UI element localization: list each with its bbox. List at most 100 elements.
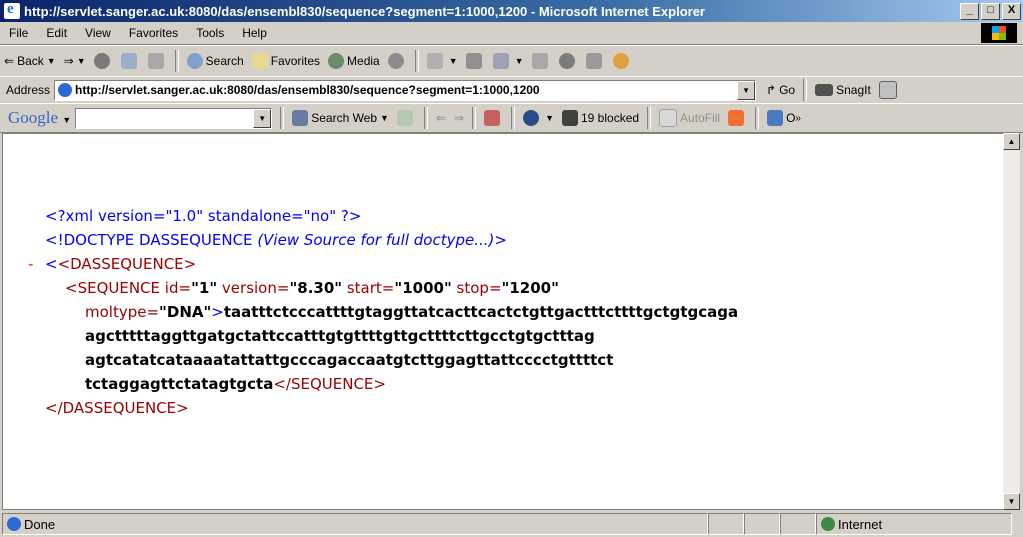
chevron-down-icon: ▼ — [545, 113, 554, 123]
popup-blocker-button[interactable]: 19 blocked — [558, 110, 643, 126]
status-text: Done — [24, 516, 56, 532]
menu-view[interactable]: View — [76, 26, 120, 40]
messenger-button[interactable] — [582, 53, 609, 69]
chevron-down-icon: ▼ — [62, 115, 72, 125]
go-button[interactable]: ↱ Go — [762, 83, 799, 97]
scroll-up-button[interactable]: ▲ — [1003, 133, 1020, 150]
vertical-scrollbar[interactable]: ▲ ▼ — [1003, 133, 1020, 510]
windows-flag-icon — [981, 23, 1017, 43]
xml-pi-text: <?xml version="1.0" standalone="no" ?> — [45, 207, 362, 225]
forward-button[interactable]: ⇒ ▼ — [60, 54, 90, 68]
scroll-down-button[interactable]: ▼ — [1003, 493, 1020, 510]
media-label: Media — [347, 54, 380, 68]
attr-moltype-value: "DNA" — [159, 303, 212, 321]
address-input[interactable]: http://servlet.sanger.ac.uk:8080/das/ens… — [54, 79, 757, 101]
google-search-dropdown[interactable]: ▼ — [253, 108, 272, 128]
back-button[interactable]: ⇐ Back ▼ — [0, 54, 60, 68]
chevron-down-icon: ▼ — [380, 113, 389, 123]
address-dropdown-button[interactable]: ▼ — [737, 80, 756, 100]
minimize-button[interactable]: _ — [960, 2, 979, 20]
search-label: Search — [205, 54, 244, 68]
autofill-icon — [659, 109, 678, 127]
attr-id: id= — [164, 279, 192, 297]
back-label: Back — [17, 54, 44, 68]
search-site-button[interactable] — [393, 110, 420, 126]
google-logo[interactable]: Google ▼ — [0, 108, 75, 128]
toolbar-separator — [423, 107, 428, 129]
page-info-button[interactable]: ▼ — [519, 110, 558, 126]
favorites-button[interactable]: Favorites — [248, 53, 324, 69]
sequence-line-4: tctaggagttctatagtgcta — [85, 375, 274, 393]
popup-blocked-label: 19 blocked — [581, 111, 640, 125]
site-search-icon — [396, 110, 413, 126]
autofill-button[interactable]: AutoFill — [655, 109, 724, 127]
chevron-down-icon: ▼ — [448, 56, 458, 66]
refresh-icon — [120, 53, 137, 69]
menu-tools[interactable]: Tools — [187, 26, 233, 40]
toolbar-separator — [472, 107, 477, 129]
menu-edit[interactable]: Edit — [37, 26, 76, 40]
print-button[interactable] — [462, 53, 489, 69]
refresh-button[interactable] — [117, 53, 144, 69]
address-label: Address — [6, 83, 51, 97]
dassequence-open-line: - <<DASSEQUENCE> — [28, 252, 738, 276]
attr-stop: stop= — [456, 279, 502, 297]
stop-button[interactable] — [90, 53, 117, 69]
sequence-line-4-row: tctaggagttctatagtgcta</SEQUENCE> — [45, 372, 738, 396]
attr-version-value: "8.30" — [289, 279, 343, 297]
mail-icon — [426, 53, 443, 69]
edit-icon — [492, 53, 509, 69]
snagit-options-button[interactable] — [875, 81, 904, 99]
sequence-tag: <SEQUENCE — [65, 279, 161, 297]
maximize-button[interactable]: □ — [981, 2, 1000, 20]
menu-favorites[interactable]: Favorites — [120, 26, 187, 40]
snagit-button[interactable]: SnagIt — [811, 83, 875, 97]
research-button[interactable] — [555, 53, 582, 69]
edit-button[interactable]: ▼ — [489, 53, 528, 69]
previous-button[interactable]: ⇐ — [432, 111, 450, 125]
pagerank-button[interactable] — [480, 110, 507, 126]
blogger-button[interactable] — [724, 110, 751, 126]
attr-stop-value: "1200" — [501, 279, 559, 297]
menu-help[interactable]: Help — [233, 26, 276, 40]
page-content: <?xml version="1.0" standalone="no" ?> <… — [2, 133, 1004, 510]
xml-document: <?xml version="1.0" standalone="no" ?> <… — [28, 204, 738, 420]
options-icon — [767, 110, 784, 126]
google-search-input[interactable]: ▼ — [75, 107, 273, 129]
info-icon — [523, 110, 540, 126]
collapse-toggle[interactable]: - — [28, 252, 33, 276]
dassequence-open-tag: <<DASSEQUENCE> — [45, 255, 197, 273]
doctype-note[interactable]: (View Source for full doctype...) — [257, 231, 494, 249]
mail-button[interactable]: ▼ — [423, 53, 462, 69]
options-button[interactable]: O » — [763, 110, 805, 126]
go-label: Go — [779, 83, 796, 97]
blogger-icon — [728, 110, 745, 126]
previous-icon: ⇐ — [435, 111, 447, 125]
attr-start-value: "1000" — [394, 279, 452, 297]
snagit-label: SnagIt — [836, 83, 871, 97]
status-pane-blank-2 — [744, 513, 780, 535]
search-icon — [186, 53, 203, 69]
print-icon — [465, 53, 482, 69]
back-arrow-icon: ⇐ — [4, 54, 15, 68]
smiley-icon — [612, 53, 629, 69]
toolbar-extra-button[interactable] — [609, 53, 636, 69]
chevron-down-icon: ▼ — [514, 56, 524, 66]
sequence-line-3-row: agtcatatcataaaatattattgcccagaccaatgtcttg… — [45, 348, 738, 372]
media-button[interactable]: Media — [324, 53, 384, 69]
close-button[interactable]: X — [1002, 2, 1021, 20]
status-pane-blank-3 — [780, 513, 816, 535]
search-button[interactable]: Search — [183, 53, 248, 69]
search-web-button[interactable]: Search Web ▼ — [288, 110, 393, 126]
home-button[interactable] — [144, 53, 171, 69]
chevron-right-icon[interactable]: » — [795, 113, 801, 124]
discuss-button[interactable] — [528, 53, 555, 69]
status-zone: Internet — [838, 516, 883, 532]
window-title: http://servlet.sanger.ac.uk:8080/das/ens… — [24, 3, 705, 19]
dassequence-close-line: </DASSEQUENCE> — [45, 396, 738, 420]
menu-file[interactable]: File — [0, 26, 37, 40]
menu-bar: File Edit View Favorites Tools Help — [0, 22, 1023, 45]
favorites-label: Favorites — [270, 54, 321, 68]
history-button[interactable] — [384, 53, 411, 69]
next-button[interactable]: ⇒ — [450, 111, 468, 125]
